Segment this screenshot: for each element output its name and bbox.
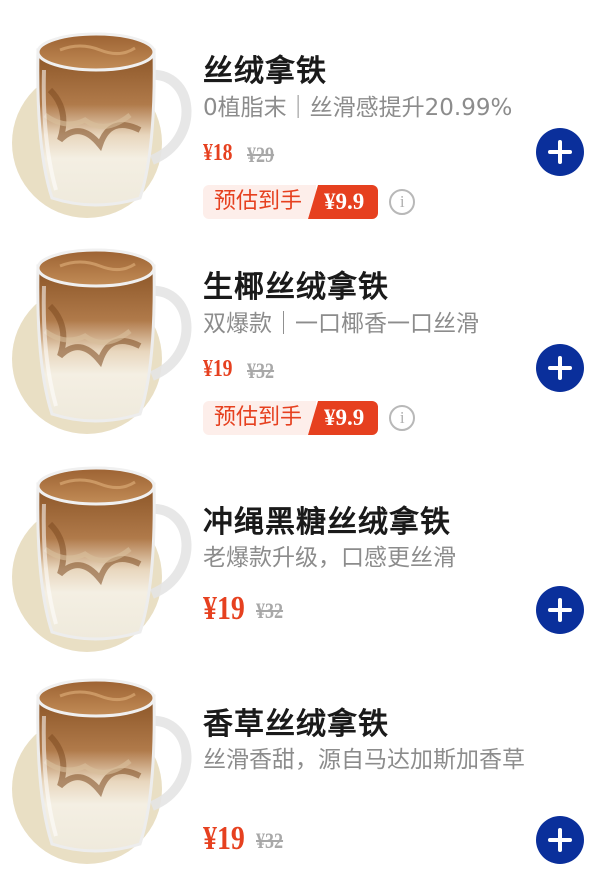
- info-icon[interactable]: i: [389, 405, 416, 431]
- product-desc: 双爆款｜一口椰香一口丝滑: [203, 311, 479, 337]
- product-price: ¥19: [203, 820, 245, 857]
- add-to-cart-button[interactable]: [536, 586, 584, 634]
- info-icon[interactable]: i: [389, 189, 416, 215]
- estimated-price: ¥9.9: [308, 401, 379, 435]
- latte-cup-image: [30, 666, 210, 858]
- latte-cup-image: [30, 20, 210, 212]
- original-price: ¥32: [256, 828, 284, 853]
- product-desc: 丝滑香甜，源自马达加斯加香草: [203, 747, 525, 773]
- original-price: ¥32: [247, 358, 275, 383]
- latte-cup-image: [30, 236, 210, 428]
- product-name: 生椰丝绒拿铁: [203, 270, 389, 305]
- product-image: [12, 454, 192, 652]
- product-desc: 老爆款升级，口感更丝滑: [203, 545, 456, 571]
- original-price: ¥29: [247, 142, 275, 167]
- estimated-price-badge: 预估到手 ¥9.9 i: [203, 401, 416, 435]
- add-to-cart-button[interactable]: [536, 344, 584, 392]
- product-image: [12, 20, 192, 218]
- product-price: ¥18: [203, 140, 233, 166]
- product-image: [12, 236, 192, 434]
- product-name: 丝绒拿铁: [203, 54, 327, 89]
- add-to-cart-button[interactable]: [536, 816, 584, 864]
- product-price: ¥19: [203, 590, 245, 627]
- original-price: ¥32: [256, 598, 284, 623]
- product-desc: 0植脂末｜丝滑感提升20.99%: [203, 95, 513, 121]
- estimated-price: ¥9.9: [308, 185, 379, 219]
- latte-cup-image: [30, 454, 210, 646]
- product-name: 香草丝绒拿铁: [203, 707, 389, 742]
- add-to-cart-button[interactable]: [536, 128, 584, 176]
- product-image: [12, 666, 192, 864]
- estimated-label: 预估到手: [203, 185, 317, 219]
- estimated-price-badge: 预估到手 ¥9.9 i: [203, 185, 416, 219]
- product-name: 冲绳黑糖丝绒拿铁: [203, 505, 451, 540]
- estimated-label: 预估到手: [203, 401, 317, 435]
- product-price: ¥19: [203, 356, 233, 382]
